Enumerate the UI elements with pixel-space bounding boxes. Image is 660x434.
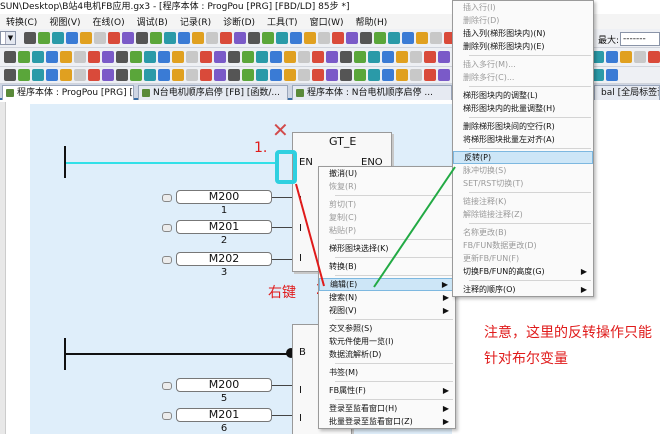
green-pointer-line: [373, 166, 456, 288]
red-pointer-line: [295, 183, 325, 287]
annotation-lines: [295, 166, 456, 288]
